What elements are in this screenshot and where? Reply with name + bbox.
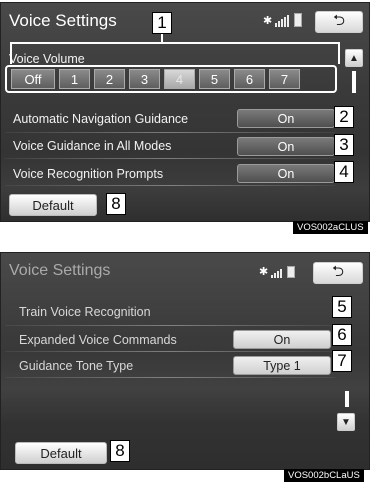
volume-level-1[interactable]: 1 <box>59 69 90 89</box>
divider <box>5 325 335 326</box>
default-button[interactable]: Default <box>15 442 107 464</box>
volume-level-7[interactable]: 7 <box>269 69 300 89</box>
signal-icon <box>271 269 283 278</box>
voice-volume-selector: Off 1 2 3 4 5 6 7 <box>5 65 337 93</box>
callout-8: 8 <box>106 193 126 215</box>
voice-recognition-prompts-toggle[interactable]: On <box>237 164 335 183</box>
page-title: Voice Settings <box>9 11 117 30</box>
status-area: ✱ <box>259 265 296 278</box>
divider <box>5 351 335 352</box>
voice-guidance-all-modes-label: Voice Guidance in All Modes <box>13 139 172 153</box>
divider <box>5 132 335 133</box>
callout-1-connector <box>10 42 12 64</box>
volume-level-6[interactable]: 6 <box>234 69 265 89</box>
callout-4: 4 <box>334 161 354 183</box>
train-voice-recognition-button[interactable]: Train Voice Recognition <box>19 305 151 319</box>
divider <box>5 185 335 186</box>
auto-nav-guidance-toggle[interactable]: On <box>237 109 335 128</box>
scroll-up-button[interactable]: ▲ <box>345 49 363 67</box>
volume-level-5[interactable]: 5 <box>199 69 230 89</box>
divider <box>5 158 335 159</box>
scrollbar-thumb[interactable] <box>352 71 356 93</box>
volume-level-4[interactable]: 4 <box>164 69 195 89</box>
bluetooth-icon: ✱ <box>259 266 269 278</box>
callout-2: 2 <box>334 106 354 128</box>
callout-1: 1 <box>152 12 172 34</box>
voice-settings-screen-1: Voice Settings ✱ ⮌ Voice Volume ▲ Off 1 … <box>0 2 370 222</box>
scrollbar-thumb[interactable] <box>345 391 349 407</box>
figure-code: VOS002aCLUS <box>293 221 368 234</box>
back-button[interactable]: ⮌ <box>315 11 363 33</box>
scroll-down-button[interactable]: ▼ <box>337 413 355 431</box>
auto-nav-guidance-label: Automatic Navigation Guidance <box>13 112 189 126</box>
callout-3: 3 <box>334 134 354 156</box>
default-button[interactable]: Default <box>9 194 97 216</box>
back-button[interactable]: ⮌ <box>313 262 363 284</box>
voice-guidance-all-modes-toggle[interactable]: On <box>237 137 335 156</box>
signal-icon <box>275 15 290 27</box>
voice-settings-screen-2: Voice Settings ✱ ⮌ Train Voice Recogniti… <box>0 252 370 470</box>
divider <box>5 377 335 378</box>
volume-level-off[interactable]: Off <box>11 69 55 89</box>
page-title: Voice Settings <box>9 262 111 279</box>
status-area: ✱ <box>263 13 303 27</box>
callout-7: 7 <box>332 350 352 372</box>
guidance-tone-type-label: Guidance Tone Type <box>19 359 134 373</box>
callout-6: 6 <box>332 324 352 346</box>
callout-5: 5 <box>332 296 352 318</box>
callout-1-connector <box>161 34 163 42</box>
volume-level-2[interactable]: 2 <box>94 69 125 89</box>
bluetooth-icon: ✱ <box>263 15 273 27</box>
callout-1-connector <box>338 42 340 64</box>
volume-level-3[interactable]: 3 <box>129 69 160 89</box>
battery-icon <box>287 266 296 278</box>
expanded-voice-commands-label: Expanded Voice Commands <box>19 333 177 347</box>
voice-recognition-prompts-label: Voice Recognition Prompts <box>13 167 164 181</box>
guidance-tone-type-selector[interactable]: Type 1 <box>233 356 331 375</box>
battery-icon <box>294 13 303 27</box>
callout-1-connector <box>10 42 340 44</box>
callout-8: 8 <box>110 440 130 462</box>
voice-volume-label: Voice Volume <box>9 52 85 66</box>
expanded-voice-commands-toggle[interactable]: On <box>233 330 331 349</box>
figure-code: VOS002bCLaUS <box>284 469 364 482</box>
